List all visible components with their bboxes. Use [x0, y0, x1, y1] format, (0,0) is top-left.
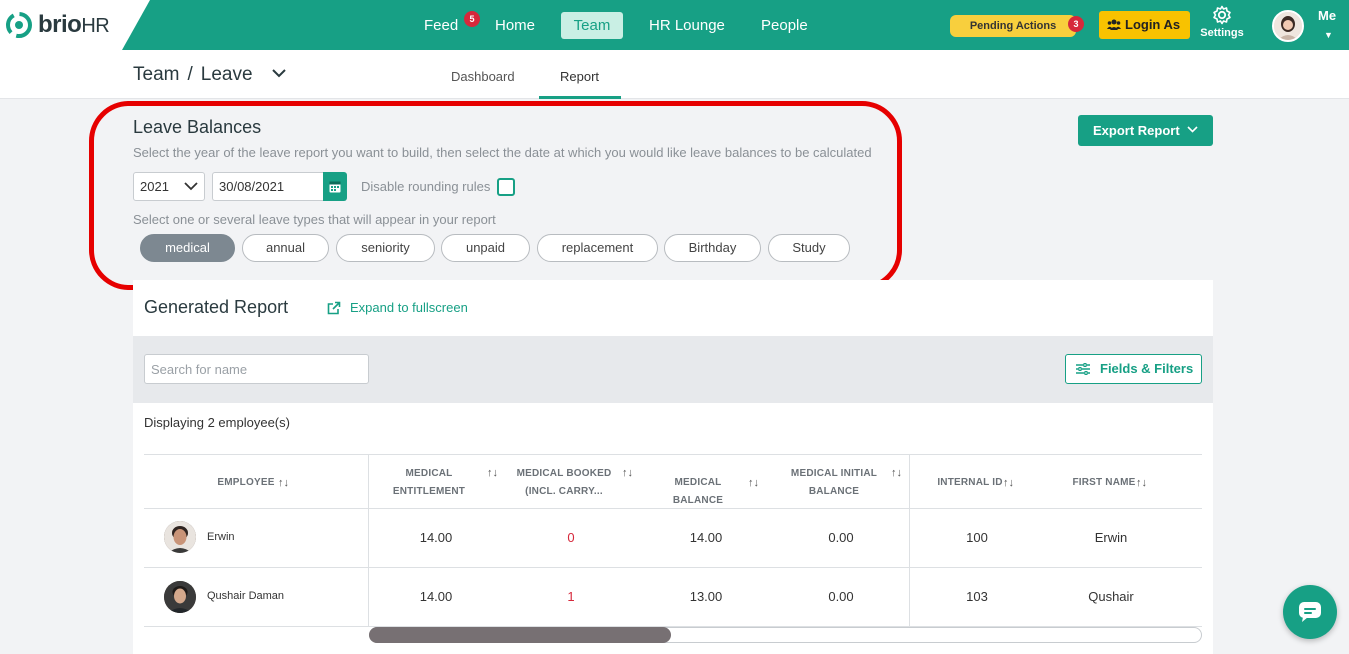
chevron-down-icon[interactable]: [271, 68, 287, 78]
export-report-button[interactable]: Export Report: [1078, 115, 1213, 146]
table-frozen-column-border: [368, 454, 369, 626]
calendar-icon: [329, 181, 341, 193]
sort-icon[interactable]: ↑↓: [278, 477, 289, 489]
col-header-first-name[interactable]: FIRST NAME: [1066, 474, 1142, 492]
sort-icon[interactable]: ↑↓: [487, 467, 498, 479]
leave-type-seniority[interactable]: seniority: [336, 234, 435, 262]
external-link-icon: [327, 301, 341, 315]
year-select[interactable]: 2021: [133, 172, 205, 201]
user-avatar[interactable]: [1272, 10, 1304, 42]
sort-icon[interactable]: ↑↓: [1003, 477, 1014, 489]
employee-count: Displaying 2 employee(s): [144, 415, 290, 430]
leave-type-study[interactable]: Study: [768, 234, 850, 262]
col-header-medical-entitlement[interactable]: MEDICAL ENTITLEMENT: [378, 465, 480, 501]
table-row-border: [144, 567, 1202, 568]
cell-medical-entitlement: 14.00: [419, 589, 453, 604]
col-header-medical-booked[interactable]: MEDICAL BOOKED (INCL. CARRY...: [512, 465, 616, 501]
employee-photo-icon: [164, 521, 196, 553]
search-name-input[interactable]: [144, 354, 369, 384]
cell-medical-booked: 0: [567, 530, 575, 545]
settings-button[interactable]: Settings: [1200, 5, 1244, 39]
cell-medical-booked: 1: [567, 589, 575, 604]
cell-medical-entitlement: 14.00: [419, 530, 453, 545]
col-header-internal-id[interactable]: INTERNAL ID: [930, 474, 1010, 492]
breadcrumb-team[interactable]: Team: [133, 64, 179, 85]
brand-name: brioHR: [38, 11, 110, 38]
users-icon: [1107, 19, 1121, 30]
pending-actions-button[interactable]: Pending Actions: [950, 15, 1076, 37]
top-navbar: brioHR Feed 5 Home Team HR Lounge People…: [0, 0, 1349, 50]
user-photo-icon: [1274, 12, 1302, 40]
active-tab-indicator: [539, 96, 621, 99]
avatar: [164, 521, 196, 553]
leave-type-medical[interactable]: medical: [140, 234, 235, 262]
col-header-medical-balance[interactable]: MEDICAL BALANCE: [648, 474, 748, 510]
date-input[interactable]: [212, 172, 324, 201]
me-menu-label[interactable]: Me: [1318, 8, 1336, 23]
me-caret-icon[interactable]: ▼: [1324, 30, 1333, 40]
cell-internal-id: 100: [966, 530, 988, 545]
sliders-icon: [1076, 363, 1090, 375]
leave-type-annual[interactable]: annual: [242, 234, 329, 262]
brand-logo[interactable]: brioHR: [0, 0, 150, 50]
cell-internal-id: 103: [966, 589, 988, 604]
leave-type-unpaid[interactable]: unpaid: [441, 234, 530, 262]
cell-medical-initial-balance: 0.00: [828, 589, 854, 604]
sort-icon[interactable]: ↑↓: [891, 467, 902, 479]
feed-badge: 5: [464, 11, 480, 27]
disable-rounding-label: Disable rounding rules: [361, 179, 491, 194]
col-header-medical-initial-balance[interactable]: MEDICAL INITIAL BALANCE: [786, 465, 882, 501]
cell-first-name: Qushair: [1088, 589, 1134, 604]
fields-filters-button[interactable]: Fields & Filters: [1065, 354, 1202, 384]
avatar: [164, 581, 196, 613]
leave-types-label: Select one or several leave types that w…: [133, 212, 496, 227]
cell-medical-balance: 14.00: [689, 530, 723, 545]
gear-icon: [1213, 5, 1231, 25]
leave-type-replacement[interactable]: replacement: [537, 234, 658, 262]
table-header-top-border: [144, 454, 1202, 455]
sub-header: Team / Leave Dashboard Report: [0, 50, 1349, 99]
sort-icon[interactable]: ↑↓: [1136, 477, 1147, 489]
breadcrumb-leave[interactable]: Leave: [201, 64, 253, 85]
chat-widget-button[interactable]: [1283, 585, 1337, 639]
nav-hr-lounge[interactable]: HR Lounge: [637, 12, 737, 39]
leave-balances-title: Leave Balances: [133, 117, 262, 137]
nav-home[interactable]: Home: [483, 12, 547, 39]
expand-fullscreen-link[interactable]: Expand to fullscreen: [327, 300, 468, 315]
chevron-down-icon: [184, 182, 198, 191]
employee-name[interactable]: Qushair Daman: [207, 590, 284, 602]
cell-medical-balance: 13.00: [689, 589, 723, 604]
breadcrumb: Team / Leave: [133, 64, 253, 86]
sort-icon[interactable]: ↑↓: [622, 467, 633, 479]
disable-rounding-checkbox[interactable]: [497, 178, 515, 196]
breadcrumb-separator: /: [187, 64, 193, 85]
chat-icon: [1299, 602, 1321, 622]
login-as-button[interactable]: Login As: [1099, 11, 1190, 39]
tab-report[interactable]: Report: [560, 69, 599, 84]
generated-report-title: Generated Report: [144, 297, 289, 317]
brio-logo-icon: [6, 12, 32, 38]
employee-name[interactable]: Erwin: [207, 531, 235, 543]
chevron-down-icon: [1187, 126, 1198, 133]
leave-balances-description: Select the year of the leave report you …: [133, 145, 872, 160]
tab-dashboard[interactable]: Dashboard: [451, 69, 515, 84]
table-column-border: [909, 454, 910, 626]
nav-team[interactable]: Team: [561, 12, 623, 39]
scrollbar-thumb[interactable]: [369, 627, 671, 643]
cell-medical-initial-balance: 0.00: [828, 530, 854, 545]
pending-actions-badge: 3: [1068, 16, 1084, 32]
nav-people[interactable]: People: [749, 12, 820, 39]
nav-feed[interactable]: Feed: [412, 12, 470, 39]
cell-first-name: Erwin: [1094, 530, 1128, 545]
employee-photo-icon: [164, 581, 196, 613]
calendar-button[interactable]: [323, 172, 347, 201]
sort-icon[interactable]: ↑↓: [748, 477, 759, 489]
leave-type-birthday[interactable]: Birthday: [664, 234, 761, 262]
